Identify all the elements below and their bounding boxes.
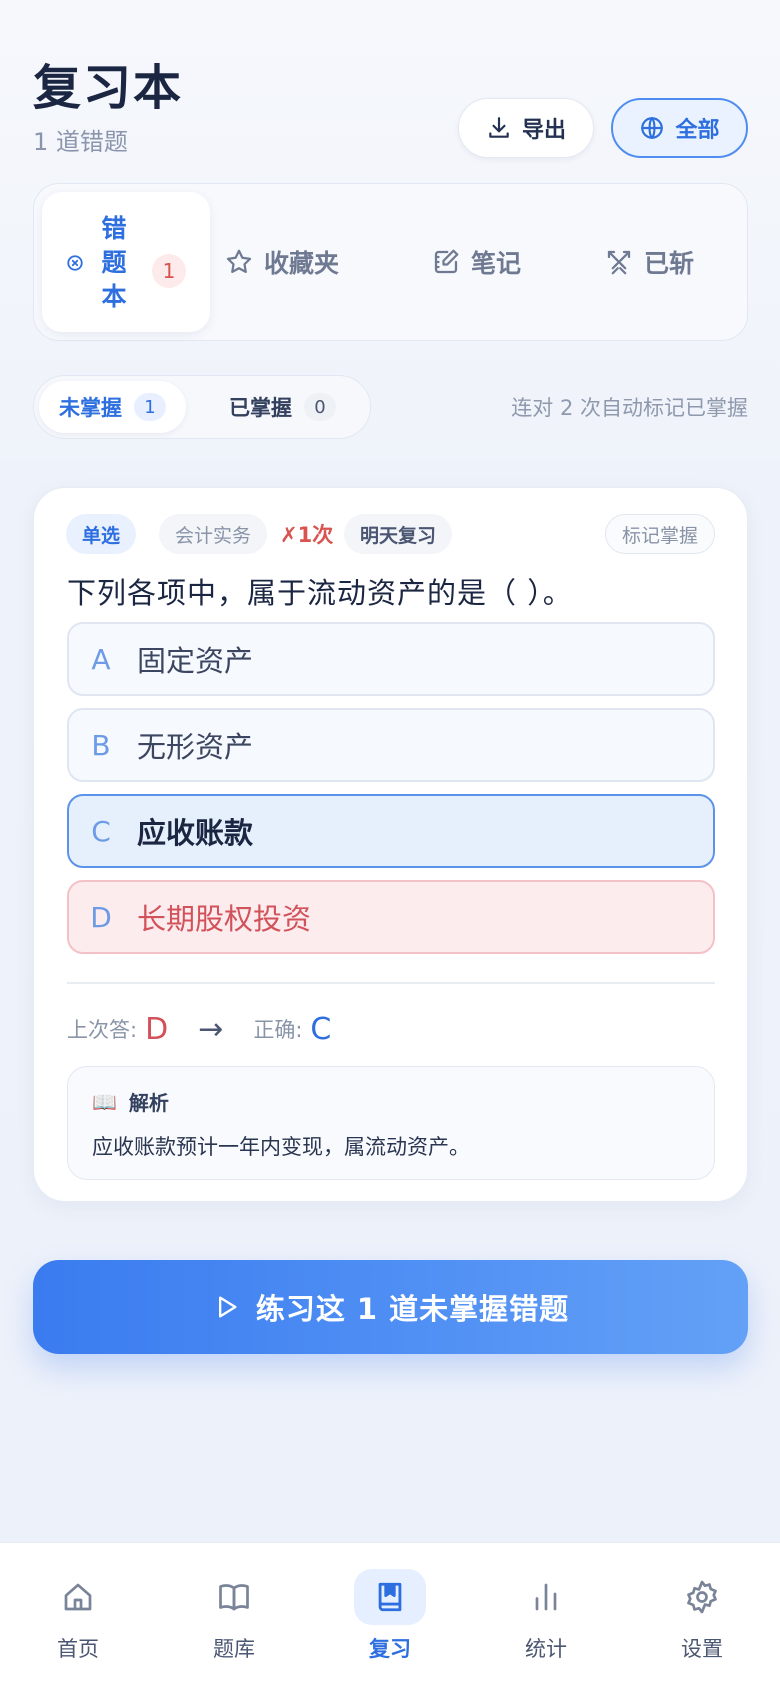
- segment-unmastered-label: 未掌握: [59, 396, 122, 420]
- option-text: 无形资产: [137, 730, 254, 764]
- option-text: 应收账款: [137, 816, 254, 850]
- crossed-swords-icon: [607, 250, 631, 275]
- nav-stats-label: 统计: [525, 1637, 567, 1661]
- gear-icon: [687, 1580, 717, 1614]
- note-edit-icon: [434, 249, 459, 274]
- option-text: 长期股权投资: [137, 902, 312, 936]
- practice-wrong-button[interactable]: 练习这 1 道未掌握错题: [33, 1260, 748, 1354]
- option-d[interactable]: D 长期股权投资: [67, 880, 715, 954]
- nav-home-label: 首页: [57, 1637, 99, 1661]
- segment-unmastered-count: 1: [134, 393, 166, 421]
- question-card: 单选 会计实务 ✗1次 明天复习 标记掌握 下列各项中，属于流动资产的是（ ）。…: [33, 487, 748, 1202]
- page-title: 复习本: [33, 60, 184, 116]
- segment-mastered[interactable]: 已掌握 0: [209, 381, 356, 433]
- mastery-segment: 未掌握 1 已掌握 0: [33, 375, 371, 439]
- option-letter: C: [91, 814, 111, 848]
- star-icon: [226, 249, 252, 273]
- tab-slain[interactable]: 已斩: [604, 222, 694, 302]
- nav-question-bank-label: 题库: [213, 1637, 255, 1661]
- correct-answer-label: 正确:: [253, 1018, 303, 1042]
- explanation-box: 📖 解析 应收账款预计一年内变现，属流动资产。: [67, 1066, 715, 1180]
- nav-question-bank[interactable]: 题库: [174, 1569, 294, 1669]
- book-icon: 📖: [92, 1089, 117, 1114]
- explanation-title: 解析: [128, 1091, 169, 1115]
- segment-mastered-label: 已掌握: [229, 396, 292, 420]
- last-answer-value: D: [145, 1011, 169, 1047]
- tab-notes[interactable]: 笔记: [431, 222, 521, 302]
- option-letter: A: [91, 642, 111, 676]
- nav-stats[interactable]: 统计: [486, 1569, 606, 1669]
- tab-notes-label: 笔记: [471, 249, 522, 278]
- scope-label: 全部: [675, 118, 720, 143]
- arrow-right-icon: →: [198, 1011, 224, 1047]
- explanation-text: 应收账款预计一年内变现，属流动资产。: [92, 1135, 470, 1159]
- nav-review[interactable]: 复习: [330, 1569, 450, 1669]
- tab-favorites[interactable]: 收藏夹: [224, 222, 339, 302]
- export-button[interactable]: 导出: [458, 98, 594, 158]
- book-open-icon: [219, 1584, 249, 1611]
- explanation-header: 📖 解析: [92, 1087, 169, 1116]
- option-letter: D: [90, 900, 112, 934]
- correct-answer-value: C: [310, 1011, 332, 1047]
- tab-slain-label: 已斩: [644, 249, 695, 278]
- practice-button-label: 练习这 1 道未掌握错题: [255, 1292, 570, 1326]
- segment-mastered-count: 0: [304, 393, 336, 421]
- answer-comparison: 上次答: D → 正确: C: [67, 1004, 331, 1054]
- subject-chip: 会计实务: [159, 514, 268, 554]
- option-letter: B: [91, 728, 111, 762]
- nav-settings-label: 设置: [681, 1637, 723, 1661]
- question-text: 下列各项中，属于流动资产的是（ ）。: [67, 576, 573, 610]
- download-icon: [489, 117, 509, 138]
- bookmark-book-icon: [378, 1582, 402, 1612]
- x-circle-icon: [67, 255, 83, 271]
- tab-wrong-book-count: 1: [152, 254, 186, 288]
- globe-icon: [641, 117, 664, 139]
- tab-wrong-book-label: 错题本: [101, 214, 127, 311]
- last-answer-label: 上次答:: [67, 1018, 138, 1042]
- mark-mastered-button[interactable]: 标记掌握: [604, 514, 715, 554]
- scope-all-button[interactable]: 全部: [611, 98, 748, 158]
- auto-mastery-hint: 连对 2 次自动标记已掌握: [511, 396, 748, 420]
- nav-home[interactable]: 首页: [18, 1569, 138, 1669]
- option-a[interactable]: A 固定资产: [67, 622, 715, 696]
- home-icon: [64, 1583, 92, 1611]
- bar-chart-icon: [535, 1583, 557, 1611]
- divider: [67, 982, 715, 984]
- option-text: 固定资产: [137, 644, 254, 678]
- bottom-nav: 首页 题库 复习 统计 设置: [0, 1542, 780, 1688]
- export-label: 导出: [521, 118, 566, 143]
- option-b[interactable]: B 无形资产: [67, 708, 715, 782]
- nav-settings[interactable]: 设置: [642, 1569, 762, 1669]
- tab-wrong-book[interactable]: 错题本 1: [42, 192, 210, 332]
- nav-review-label: 复习: [369, 1637, 411, 1661]
- option-c[interactable]: C 应收账款: [67, 794, 715, 868]
- tab-favorites-label: 收藏夹: [264, 249, 340, 278]
- wrong-count-subtitle: 1 道错题: [33, 128, 128, 156]
- review-tabs: 错题本 1 收藏夹 笔记 已斩: [33, 183, 748, 341]
- review-schedule-chip: 明天复习: [344, 514, 453, 554]
- play-icon: [218, 1296, 237, 1318]
- wrong-count-chip: ✗1次: [280, 523, 334, 547]
- question-type-chip: 单选: [66, 514, 137, 554]
- segment-unmastered[interactable]: 未掌握 1: [39, 381, 186, 433]
